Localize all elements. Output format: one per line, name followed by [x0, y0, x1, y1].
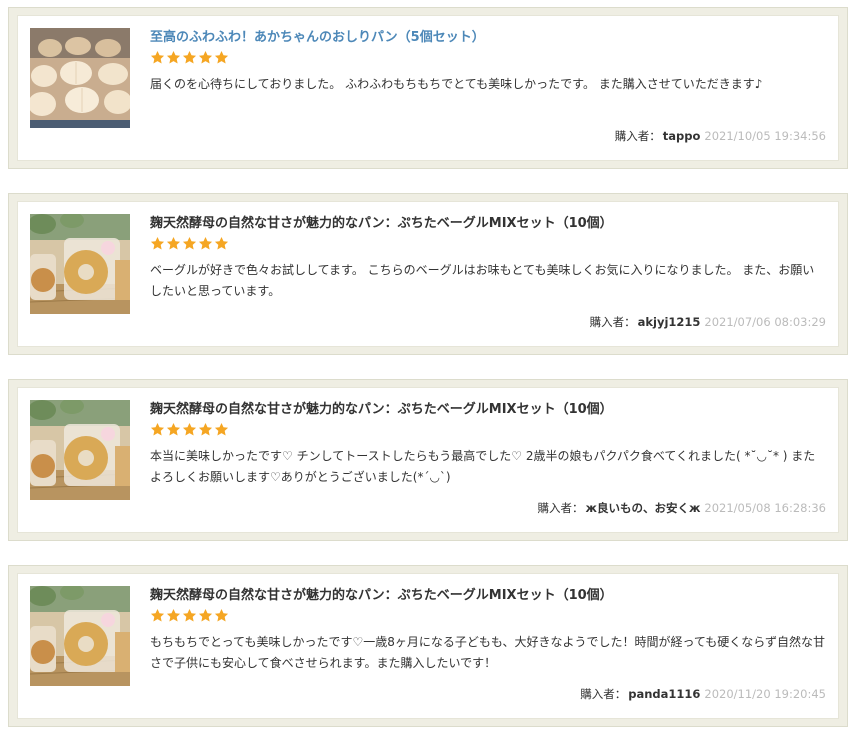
star-icon [150, 608, 165, 622]
review-meta: 購入者： panda1116 2020/11/20 19:20:45 [580, 686, 826, 702]
review-card: 麹天然酵母の自然な甘さが魅力的なパン：ぷちたベーグルMIXセット（10個） もち… [8, 565, 848, 727]
star-icon [214, 608, 229, 622]
product-thumbnail[interactable] [30, 400, 130, 500]
star-rating [150, 422, 826, 438]
product-title-link[interactable]: 至高のふわふわ！あかちゃんのおしりパン（5個セット） [150, 29, 485, 47]
star-icon [198, 50, 213, 64]
review-content: 麹天然酵母の自然な甘さが魅力的なパン：ぷちたベーグルMIXセット（10個） もち… [150, 584, 826, 710]
buyer-name: tappo [662, 129, 701, 143]
star-icon [198, 236, 213, 250]
star-icon [166, 608, 181, 622]
review-content: 至高のふわふわ！あかちゃんのおしりパン（5個セット） 届くのを心待ちにしておりま… [150, 26, 826, 152]
buyer-name: panda1116 [628, 687, 701, 701]
buyer-label: 購入者： [589, 315, 636, 329]
review-card: 至高のふわふわ！あかちゃんのおしりパン（5個セット） 届くのを心待ちにしておりま… [8, 7, 848, 169]
product-title[interactable]: 麹天然酵母の自然な甘さが魅力的なパン：ぷちたベーグルMIXセット（10個） [150, 401, 613, 419]
star-icon [150, 422, 165, 436]
review-card: 麹天然酵母の自然な甘さが魅力的なパン：ぷちたベーグルMIXセット（10個） 本当… [8, 379, 848, 541]
review-meta: 購入者： ж良いもの、お安くж 2021/05/08 16:28:36 [538, 500, 826, 516]
review-date: 2021/10/05 19:34:56 [704, 129, 826, 143]
star-rating [150, 50, 826, 66]
star-icon [182, 236, 197, 250]
review-card-inner: 麹天然酵母の自然な甘さが魅力的なパン：ぷちたベーグルMIXセット（10個） ベー… [17, 201, 839, 347]
star-icon [166, 236, 181, 250]
review-date: 2020/11/20 19:20:45 [704, 687, 826, 701]
star-icon [214, 50, 229, 64]
buyer-name: ж良いもの、お安くж [585, 501, 701, 515]
buyer-label: 購入者： [537, 501, 584, 515]
product-title[interactable]: 麹天然酵母の自然な甘さが魅力的なパン：ぷちたベーグルMIXセット（10個） [150, 587, 613, 605]
star-icon [150, 236, 165, 250]
star-icon [214, 422, 229, 436]
review-text: 届くのを心待ちにしておりました。 ふわふわもちもちでとても美味しかったです。 ま… [150, 77, 763, 91]
review-list: 至高のふわふわ！あかちゃんのおしりパン（5個セット） 届くのを心待ちにしておりま… [0, 0, 859, 738]
star-icon [166, 422, 181, 436]
review-content: 麹天然酵母の自然な甘さが魅力的なパン：ぷちたベーグルMIXセット（10個） ベー… [150, 212, 826, 338]
star-icon [198, 422, 213, 436]
review-content: 麹天然酵母の自然な甘さが魅力的なパン：ぷちたベーグルMIXセット（10個） 本当… [150, 398, 826, 524]
buyer-label: 購入者： [580, 687, 627, 701]
review-date: 2021/07/06 08:03:29 [704, 315, 826, 329]
product-title[interactable]: 麹天然酵母の自然な甘さが魅力的なパン：ぷちたベーグルMIXセット（10個） [150, 215, 613, 233]
product-thumbnail[interactable] [30, 28, 130, 128]
bagel-photo [30, 586, 130, 686]
star-icon [182, 50, 197, 64]
bagel-photo [30, 400, 130, 500]
star-icon [182, 608, 197, 622]
review-meta: 購入者： tappo 2021/10/05 19:34:56 [615, 128, 826, 144]
star-icon [150, 50, 165, 64]
star-icon [166, 50, 181, 64]
buyer-name: akjyj1215 [637, 315, 701, 329]
bagel-photo [30, 214, 130, 314]
star-rating [150, 608, 826, 624]
star-icon [198, 608, 213, 622]
product-thumbnail[interactable] [30, 586, 130, 686]
review-text: 本当に美味しかったです♡ チンしてトーストしたらもう最高でした♡ 2歳半の娘もパ… [150, 449, 816, 484]
product-thumbnail[interactable] [30, 214, 130, 314]
star-icon [182, 422, 197, 436]
review-text: ベーグルが好きで色々お試ししてます。 こちらのベーグルはお味もとても美味しくお気… [150, 263, 815, 298]
review-card: 麹天然酵母の自然な甘さが魅力的なパン：ぷちたベーグルMIXセット（10個） ベー… [8, 193, 848, 355]
review-card-inner: 麹天然酵母の自然な甘さが魅力的なパン：ぷちたベーグルMIXセット（10個） もち… [17, 573, 839, 719]
star-icon [214, 236, 229, 250]
review-card-inner: 至高のふわふわ！あかちゃんのおしりパン（5個セット） 届くのを心待ちにしておりま… [17, 15, 839, 161]
review-text: もちもちでとっても美味しかったです♡一歳8ヶ月になる子どもも、大好きなようでした… [150, 635, 826, 670]
star-rating [150, 236, 826, 252]
review-date: 2021/05/08 16:28:36 [704, 501, 826, 515]
review-card-inner: 麹天然酵母の自然な甘さが魅力的なパン：ぷちたベーグルMIXセット（10個） 本当… [17, 387, 839, 533]
buyer-label: 購入者： [614, 129, 661, 143]
review-meta: 購入者： akjyj1215 2021/07/06 08:03:29 [590, 314, 826, 330]
bread-rolls-photo [30, 28, 130, 128]
